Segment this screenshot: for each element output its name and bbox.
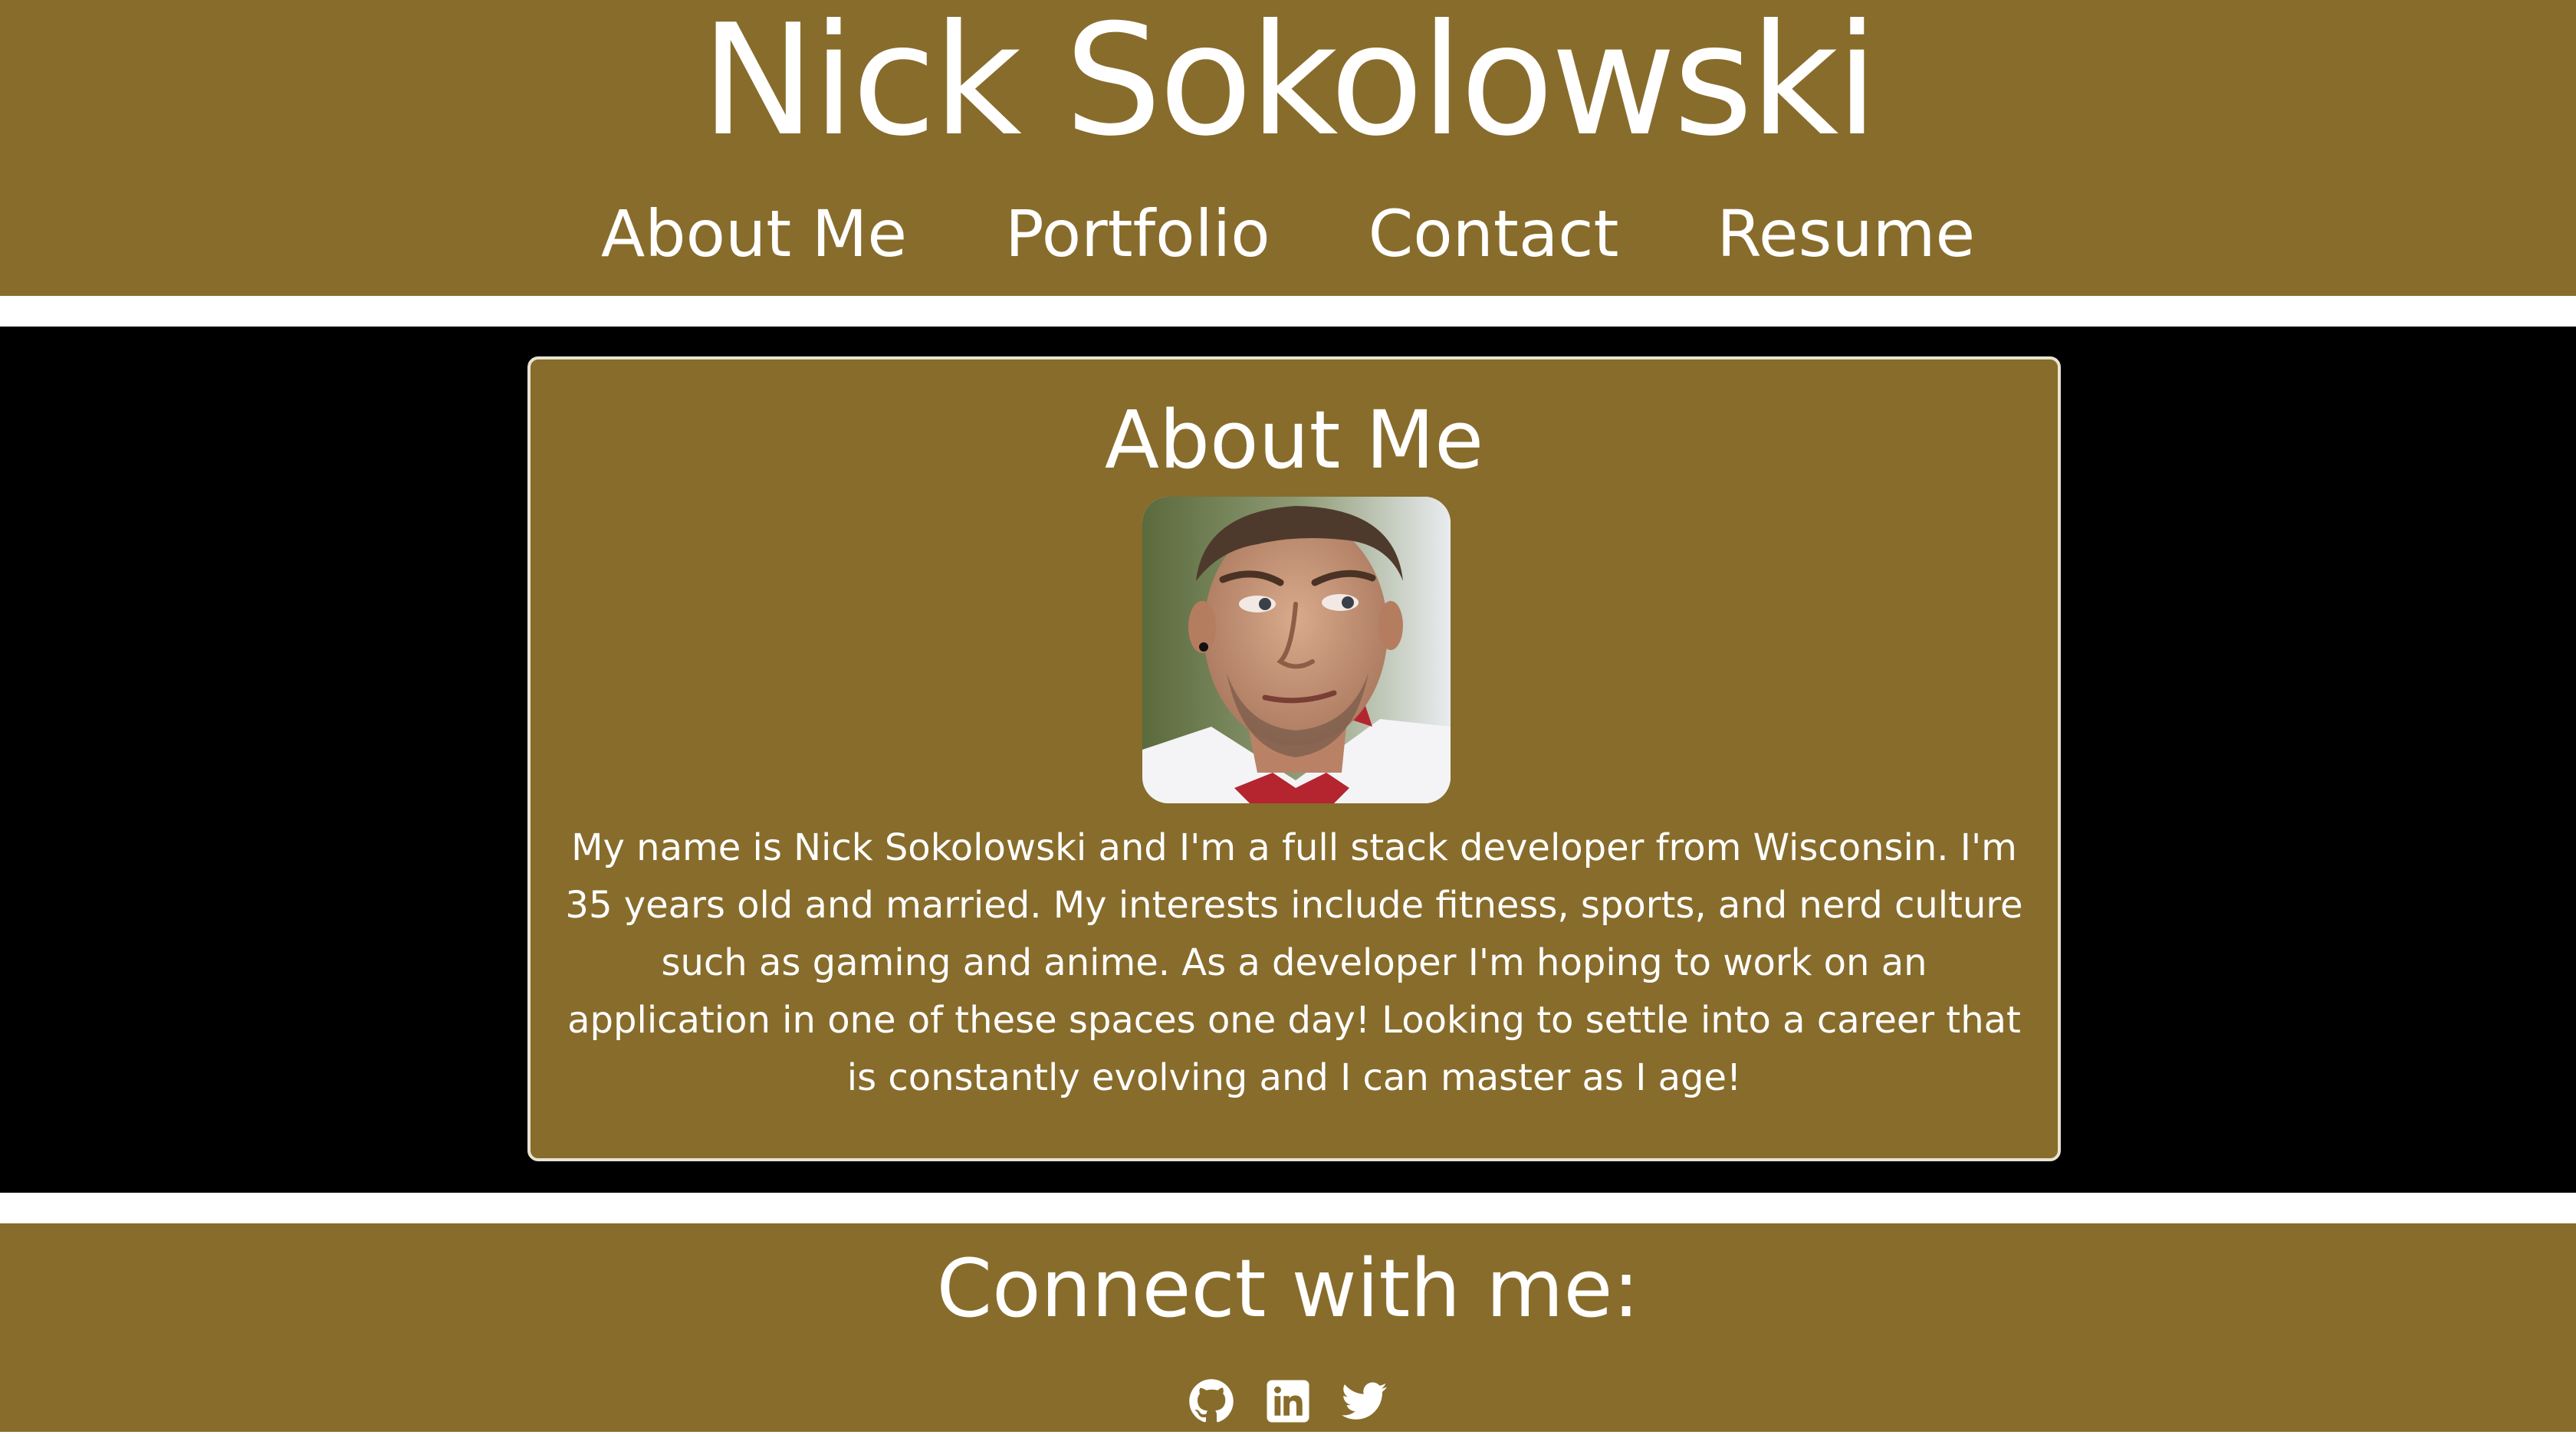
- page-bottom-border: [0, 1432, 2576, 1438]
- nav-portfolio[interactable]: Portfolio: [1005, 192, 1270, 276]
- main-nav: About Me Portfolio Contact Resume: [0, 192, 2576, 276]
- divider-top: [0, 296, 2576, 327]
- github-icon: [1189, 1379, 1234, 1423]
- github-link[interactable]: [1188, 1378, 1234, 1424]
- nav-resume[interactable]: Resume: [1717, 192, 1975, 276]
- nav-contact[interactable]: Contact: [1368, 192, 1619, 276]
- linkedin-icon: [1267, 1380, 1309, 1423]
- main-section: About Me My name is Nick Sokolowski and …: [0, 327, 2576, 1193]
- connect-heading: Connect with me:: [936, 1242, 1640, 1335]
- site-footer: Connect with me:: [0, 1223, 2576, 1432]
- twitter-icon: [1342, 1382, 1387, 1420]
- site-title: Nick Sokolowski: [701, 0, 1878, 170]
- divider-bottom: [0, 1193, 2576, 1223]
- social-links: [0, 1378, 2576, 1424]
- profile-photo-illustration: [1142, 497, 1451, 803]
- about-heading: About Me: [1104, 393, 1484, 487]
- about-card: About Me My name is Nick Sokolowski and …: [527, 356, 2061, 1161]
- linkedin-link[interactable]: [1265, 1378, 1311, 1424]
- profile-photo: [1142, 497, 1451, 803]
- site-header: Nick Sokolowski About Me Portfolio Conta…: [0, 0, 2576, 296]
- twitter-link[interactable]: [1342, 1378, 1388, 1424]
- nav-about-me[interactable]: About Me: [601, 192, 907, 276]
- about-bio: My name is Nick Sokolowski and I'm a ful…: [565, 826, 2023, 1099]
